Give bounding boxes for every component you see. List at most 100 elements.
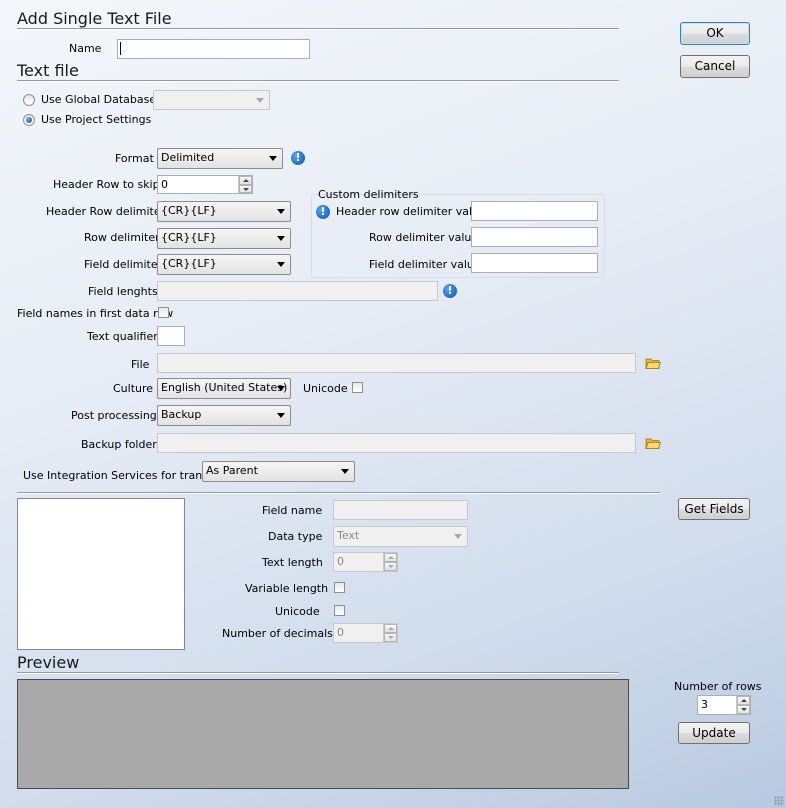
info-icon[interactable]: ! <box>316 205 330 219</box>
format-select[interactable]: Delimited <box>157 148 283 169</box>
custom-delimiters-legend: Custom delimiters <box>318 188 419 201</box>
row-delimiter-value: {CR}{LF} <box>161 231 217 244</box>
variable-length-checkbox[interactable] <box>334 582 345 593</box>
number-of-rows-label: Number of rows <box>674 680 762 693</box>
global-db-select[interactable] <box>153 90 270 110</box>
data-type-select[interactable]: Text <box>333 526 468 547</box>
field-lengths-label: Field lenghts <box>88 285 158 298</box>
header-row-delimiter-select[interactable]: {CR}{LF} <box>157 201 291 222</box>
backup-folder-label: Backup folder <box>81 438 157 451</box>
unicode-label: Unicode <box>303 382 348 395</box>
integration-services-label: Use Integration Services for transfer <box>23 469 224 482</box>
ok-button[interactable]: OK <box>680 22 750 45</box>
header-row-delimiter-value: {CR}{LF} <box>161 204 217 217</box>
fields-divider <box>17 492 660 494</box>
use-global-db-radio[interactable] <box>23 94 35 106</box>
text-qualifier-input[interactable] <box>157 326 185 346</box>
spin-down-icon[interactable] <box>384 562 397 571</box>
file-input[interactable] <box>157 353 636 373</box>
chevron-down-icon <box>277 262 285 267</box>
row-delimiter-value-input[interactable] <box>471 227 598 247</box>
preview-grid[interactable] <box>17 679 629 789</box>
field-name-input[interactable] <box>333 500 468 520</box>
field-names-first-row-label: Field names in first data row <box>17 307 174 320</box>
name-input[interactable] <box>117 39 310 59</box>
row-delimiter-select[interactable]: {CR}{LF} <box>157 228 291 249</box>
text-file-section-title: Text file <box>17 61 79 80</box>
format-label: Format <box>115 152 154 165</box>
header-row-skip-spinner[interactable] <box>238 176 252 193</box>
spin-down-icon[interactable] <box>239 184 252 193</box>
row-delimiter-label: Row delimiter <box>84 231 160 244</box>
dialog-title: Add Single Text File <box>17 9 172 28</box>
data-type-label: Data type <box>268 530 323 543</box>
header-row-delimiter-value-input[interactable] <box>471 201 598 221</box>
info-icon[interactable]: ! <box>291 151 305 165</box>
field-delimiter-value: {CR}{LF} <box>161 257 217 270</box>
spin-up-icon[interactable] <box>384 624 397 633</box>
spin-up-icon[interactable] <box>384 553 397 562</box>
use-project-settings-radio[interactable] <box>23 114 35 126</box>
culture-label: Culture <box>113 382 154 395</box>
field-delimiter-value-input[interactable] <box>471 253 598 273</box>
backup-folder-input[interactable] <box>157 433 636 453</box>
row-delimiter-value-label: Row delimiter value <box>369 231 479 244</box>
folder-icon[interactable] <box>645 356 661 370</box>
header-row-skip-label: Header Row to skip <box>53 178 160 191</box>
integration-services-select[interactable]: As Parent <box>202 461 355 482</box>
spin-up-icon[interactable] <box>737 696 750 705</box>
update-button[interactable]: Update <box>678 722 750 744</box>
unicode-checkbox[interactable] <box>352 382 363 393</box>
header-row-delimiter-label: Header Row delimiter <box>46 205 166 218</box>
fields-list[interactable] <box>17 498 185 650</box>
field-lengths-input[interactable] <box>157 281 438 301</box>
post-processing-select[interactable]: Backup <box>157 405 291 426</box>
field-delimiter-select[interactable]: {CR}{LF} <box>157 254 291 275</box>
data-type-select-value: Text <box>337 529 360 542</box>
spin-down-icon[interactable] <box>384 633 397 642</box>
field-unicode-checkbox[interactable] <box>334 605 345 616</box>
field-name-label: Field name <box>262 504 323 517</box>
text-qualifier-label: Text qualifier <box>87 330 158 343</box>
chevron-down-icon <box>454 534 462 539</box>
preview-section-title: Preview <box>17 653 80 672</box>
number-of-rows-spinner[interactable] <box>736 696 750 714</box>
resize-grip-icon[interactable] <box>774 796 784 806</box>
text-length-label: Text length <box>262 556 323 569</box>
post-processing-label: Post processing <box>71 409 157 422</box>
chevron-down-icon <box>277 209 285 214</box>
cancel-button[interactable]: Cancel <box>680 55 750 78</box>
integration-services-value: As Parent <box>206 464 258 477</box>
preview-divider <box>17 672 619 674</box>
spin-down-icon[interactable] <box>737 705 750 714</box>
use-project-settings-label: Use Project Settings <box>41 113 152 126</box>
header-row-delimiter-value-label: Header row delimiter value <box>336 205 486 218</box>
post-processing-select-value: Backup <box>161 408 202 421</box>
text-caret <box>120 42 121 55</box>
field-delimiter-label: Field delimiter <box>84 258 163 271</box>
field-delimiter-value-label: Field delimiter value <box>369 258 481 271</box>
field-unicode-label: Unicode <box>275 605 320 618</box>
title-divider <box>17 28 619 30</box>
radio-selected-dot <box>26 117 32 123</box>
name-label: Name <box>69 42 102 55</box>
number-of-decimals-label: Number of decimals <box>222 627 333 640</box>
text-length-spinner[interactable] <box>383 553 397 571</box>
number-of-decimals-spinner[interactable] <box>383 624 397 642</box>
chevron-down-icon <box>277 236 285 241</box>
field-names-first-row-checkbox[interactable] <box>158 307 169 318</box>
chevron-down-icon <box>269 156 277 161</box>
info-icon[interactable]: ! <box>443 284 457 298</box>
get-fields-button[interactable]: Get Fields <box>678 498 750 520</box>
chevron-down-icon <box>256 98 264 103</box>
chevron-down-icon <box>341 469 349 474</box>
use-global-db-label: Use Global Database <box>41 93 157 106</box>
spin-up-icon[interactable] <box>239 176 252 185</box>
folder-icon[interactable] <box>645 436 661 450</box>
culture-select[interactable]: English (United States) <box>157 378 291 399</box>
variable-length-label: Variable length <box>245 582 329 595</box>
text-file-divider <box>17 80 619 82</box>
chevron-down-icon <box>277 413 285 418</box>
file-label: File <box>131 358 150 371</box>
chevron-down-icon <box>277 386 285 391</box>
